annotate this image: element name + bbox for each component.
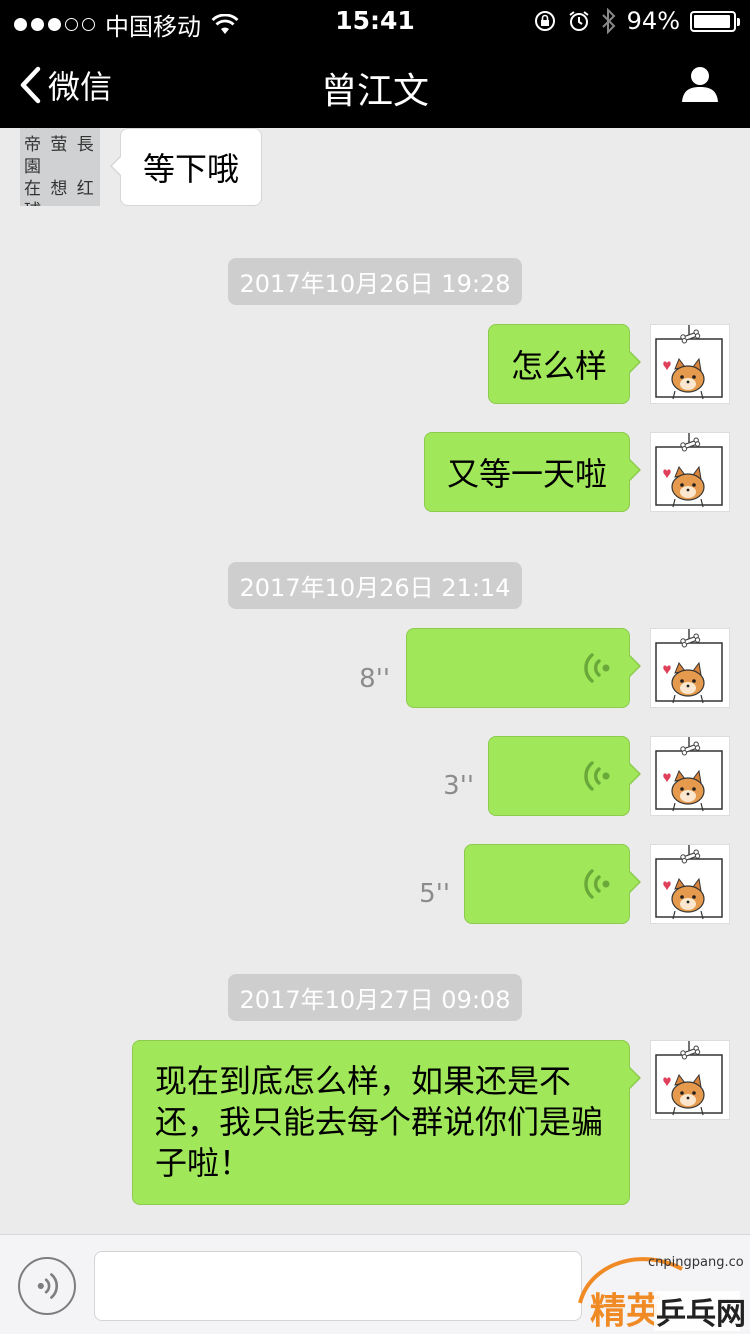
input-bar: 精英 cnpingpang.com 乒乓网 <box>0 1234 750 1334</box>
shiba-sticker-icon <box>655 433 723 508</box>
message-bubble-incoming[interactable]: 等下哦 <box>109 128 263 206</box>
message-text: 等下哦 <box>143 150 240 188</box>
alarm-icon <box>569 11 589 31</box>
back-button[interactable]: 微信 <box>18 62 112 108</box>
voice-message-bubble[interactable] <box>488 736 641 816</box>
my-avatar[interactable] <box>650 628 730 708</box>
voice-wave-icon <box>584 869 610 899</box>
shiba-sticker-icon <box>655 845 723 920</box>
my-avatar[interactable] <box>650 1040 730 1120</box>
watermark-brand-right: 乒乓网 <box>656 1297 744 1332</box>
contact-avatar[interactable]: 帝 萤 長 園 在 想 红 球 <box>20 128 100 206</box>
back-label: 微信 <box>48 68 113 106</box>
back-chevron-icon <box>20 66 41 104</box>
voice-toggle-button[interactable] <box>18 1257 76 1315</box>
voice-duration: 3'' <box>443 771 474 801</box>
voice-duration: 5'' <box>419 879 450 909</box>
battery-icon <box>690 10 740 32</box>
status-right: 94% <box>533 7 740 35</box>
message-text: 怎么样 <box>510 347 607 385</box>
avatar-calligraphy: 帝 萤 長 園 在 想 红 球 <box>24 135 96 206</box>
profile-icon[interactable] <box>680 64 720 104</box>
message-input[interactable] <box>94 1251 582 1321</box>
bluetooth-icon <box>601 8 616 34</box>
voice-wave-icon <box>584 653 610 683</box>
chat-title: 曾江文 <box>320 71 429 112</box>
battery-percent: 94% <box>626 7 680 35</box>
shiba-sticker-icon <box>655 629 723 704</box>
my-avatar[interactable] <box>650 432 730 512</box>
status-bar: 中国移动 15:41 94% <box>0 0 750 41</box>
lock-rotation-icon <box>534 11 555 31</box>
message-bubble-outgoing[interactable]: 怎么样 <box>487 324 642 404</box>
message-bubble-outgoing[interactable]: 又等一天啦 <box>423 432 642 512</box>
watermark-url: cnpingpang.com <box>648 1255 744 1270</box>
shiba-sticker-icon <box>655 325 723 400</box>
voice-duration: 8'' <box>359 664 390 694</box>
timestamp: 2017年10月27日 09:08 <box>0 974 750 1021</box>
my-avatar[interactable] <box>650 324 730 404</box>
watermark-logo: 精英 cnpingpang.com 乒乓网 <box>578 1255 744 1332</box>
voice-toggle-icon <box>37 1273 58 1299</box>
shiba-sticker-icon <box>655 737 723 812</box>
timestamp: 2017年10月26日 19:28 <box>0 258 750 305</box>
message-bubble-outgoing[interactable]: 现在到底怎么样，如果还是不还，我只能去每个群说你们是骗子啦！ <box>132 1040 641 1205</box>
message-text: 又等一天啦 <box>446 455 607 493</box>
my-avatar[interactable] <box>650 844 730 924</box>
shiba-sticker-icon <box>655 1041 723 1116</box>
voice-wave-icon <box>584 761 610 791</box>
nav-bar: 微信 曾江文 <box>0 40 750 128</box>
voice-message-bubble[interactable] <box>406 628 641 708</box>
voice-message-bubble[interactable] <box>464 844 641 924</box>
message-text: 现在到底怎么样，如果还是不还，我只能去每个群说你们是骗子啦！ <box>155 1062 604 1182</box>
chat-area[interactable]: 帝 萤 長 園 在 想 红 球 等下哦 2017年10月26日 19:28 怎么… <box>0 128 750 1234</box>
watermark-brand-left: 精英 <box>590 1291 663 1332</box>
timestamp: 2017年10月26日 21:14 <box>0 562 750 609</box>
my-avatar[interactable] <box>650 736 730 816</box>
